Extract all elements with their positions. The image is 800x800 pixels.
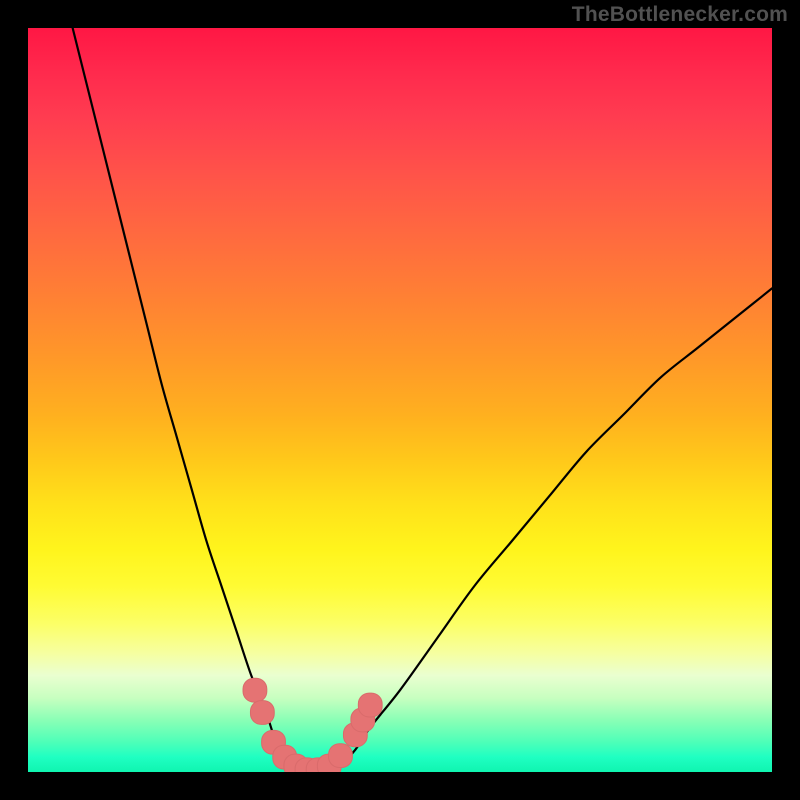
- chart-svg: [28, 28, 772, 772]
- curve-markers: [243, 678, 382, 772]
- curve-marker: [329, 744, 353, 768]
- bottleneck-curve-path: [73, 28, 772, 772]
- curve-marker: [250, 701, 274, 725]
- plot-area: [28, 28, 772, 772]
- curve-marker: [243, 678, 267, 702]
- curve-marker: [358, 693, 382, 717]
- app-frame: TheBottlenecker.com: [0, 0, 800, 800]
- curve-group: [73, 28, 772, 772]
- brand-watermark: TheBottlenecker.com: [572, 3, 788, 27]
